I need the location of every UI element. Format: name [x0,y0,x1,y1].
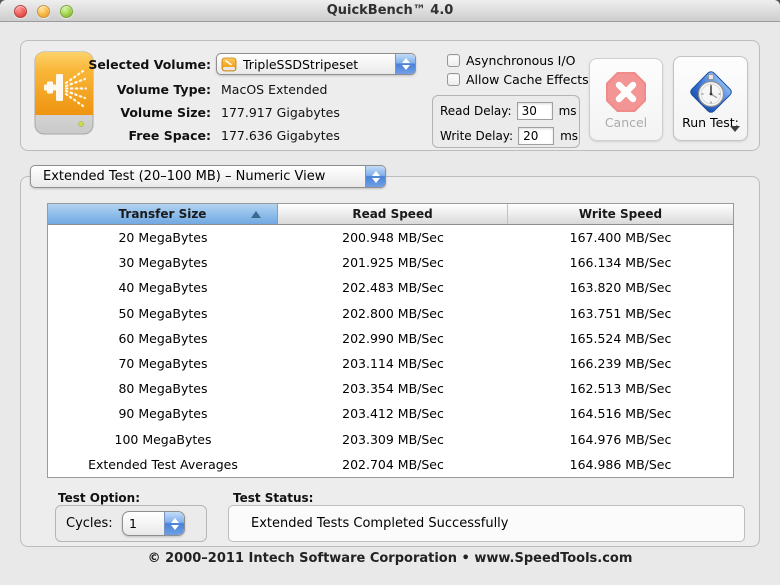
cycles-select[interactable]: 1 [122,511,185,536]
table-cell: 202.704 MB/Sec [342,456,444,472]
volume-panel: Selected Volume: TripleSSDStripeset Volu… [20,40,760,151]
cancel-label: Cancel [604,115,648,130]
free-space-label: Free Space: [128,128,211,143]
test-type-select[interactable]: Extended Test (20–100 MB) – Numeric View [30,165,386,188]
table-cell: 60 MegaBytes [118,330,208,346]
selected-volume-label: Selected Volume: [88,57,211,72]
table-cell: 203.354 MB/Sec [342,381,444,397]
footer-text: © 2000–2011 Intech Software Corporation … [147,551,633,566]
run-test-button[interactable]: Run Test: [673,56,748,141]
volume-select-stepper-icon [395,54,415,74]
delay-box: Read Delay: ms Write Delay: ms [432,95,580,148]
table-cell: 203.412 MB/Sec [342,406,444,422]
column-header-transfer-size[interactable]: Transfer Size [48,204,278,224]
test-status-box: Extended Tests Completed Successfully [228,505,745,542]
async-io-row: Asynchronous I/O [447,53,575,68]
table-cell: 165.524 MB/Sec [569,330,672,346]
async-io-checkbox[interactable] [447,54,460,67]
write-delay-input[interactable] [518,127,555,145]
column-header-read-speed[interactable]: Read Speed [278,204,508,224]
table-cell: 203.309 MB/Sec [342,431,444,447]
run-test-menu-arrow-icon [730,126,740,132]
table-cell: 50 MegaBytes [118,305,208,321]
table-row[interactable]: 40 MegaBytes 202.483 MB/Sec 163.820 MB/Sec [48,275,733,300]
table-cell: 203.114 MB/Sec [342,356,444,372]
cycles-value: 1 [129,516,137,531]
read-delay-input[interactable] [516,102,553,120]
cache-effects-label: Allow Cache Effects [466,72,589,87]
table-row[interactable]: 60 MegaBytes 202.990 MB/Sec 165.524 MB/Sec [48,326,733,351]
mini-drive-icon [221,57,237,72]
quickbench-window: QuickBench™ 4.0 Selected Volume: TripleS… [0,0,780,585]
table-row[interactable]: 80 MegaBytes 203.354 MB/Sec 162.513 MB/Sec [48,376,733,401]
volume-select-value: TripleSSDStripeset [243,56,359,72]
stop-octagon-icon [604,70,648,118]
title-bar[interactable]: QuickBench™ 4.0 [0,0,780,22]
sort-ascending-icon [251,211,261,218]
table-cell: 200.948 MB/Sec [342,230,444,246]
cycles-stepper-icon [164,512,184,535]
table-cell: 166.239 MB/Sec [569,356,672,372]
volume-size-value: 177.917 Gigabytes [221,105,340,120]
table-cell: 202.483 MB/Sec [342,280,444,296]
cache-effects-checkbox[interactable] [447,73,460,86]
free-space-value: 177.636 Gigabytes [221,128,340,143]
write-delay-unit: ms [560,129,579,143]
table-cell: 202.800 MB/Sec [342,305,444,321]
table-cell: 70 MegaBytes [118,356,208,372]
volume-type-value: MacOS Extended [221,82,328,97]
read-delay-unit: ms [558,104,577,118]
cache-effects-row: Allow Cache Effects [447,72,589,87]
results-table: Transfer Size Read Speed Write Speed 20 … [47,203,734,478]
test-type-stepper-icon [365,166,385,187]
table-cell: 163.751 MB/Sec [569,305,672,321]
table-cell: 166.134 MB/Sec [569,255,672,271]
table-cell: 164.516 MB/Sec [569,406,672,422]
table-cell: 201.925 MB/Sec [342,255,444,271]
volume-select[interactable]: TripleSSDStripeset [216,53,416,75]
test-status-value: Extended Tests Completed Successfully [251,516,509,531]
test-type-value: Extended Test (20–100 MB) – Numeric View [43,169,326,184]
test-status-label: Test Status: [233,491,314,505]
table-row[interactable]: 70 MegaBytes 203.114 MB/Sec 166.239 MB/Sec [48,351,733,376]
results-table-header: Transfer Size Read Speed Write Speed [48,204,733,225]
async-io-label: Asynchronous I/O [466,53,576,68]
table-row[interactable]: 30 MegaBytes 201.925 MB/Sec 166.134 MB/Sec [48,250,733,275]
table-cell: 90 MegaBytes [118,406,208,422]
table-cell: 202.990 MB/Sec [342,330,444,346]
column-header-write-speed[interactable]: Write Speed [508,204,733,224]
volume-size-label: Volume Size: [120,105,211,120]
table-row[interactable]: Extended Test Averages 202.704 MB/Sec 164.… [48,452,733,477]
volume-type-label: Volume Type: [116,82,211,97]
test-option-label: Test Option: [58,491,141,505]
table-row[interactable]: 50 MegaBytes 202.800 MB/Sec 163.751 MB/Sec [48,301,733,326]
results-table-body: 20 MegaBytes 200.948 MB/Sec 167.400 MB/Sec… [48,225,733,477]
table-row[interactable]: 20 MegaBytes 200.948 MB/Sec 167.400 MB/Sec [48,225,733,250]
table-cell: 30 MegaBytes [118,255,208,271]
stopwatch-icon [687,68,735,120]
read-delay-label: Read Delay: [440,104,512,118]
table-row[interactable]: 100 MegaBytes 203.309 MB/Sec 164.976 MB/Se… [48,427,733,452]
table-cell: 164.976 MB/Sec [569,431,672,447]
cycles-label: Cycles: [66,516,113,531]
table-cell: 163.820 MB/Sec [569,280,672,296]
table-cell: 20 MegaBytes [118,230,208,246]
table-cell: 167.400 MB/Sec [569,230,672,246]
table-cell: 100 MegaBytes [114,431,212,447]
table-cell: 80 MegaBytes [118,381,208,397]
table-cell: 164.986 MB/Sec [569,456,672,472]
write-delay-label: Write Delay: [440,129,514,143]
table-cell: 40 MegaBytes [118,280,208,296]
table-cell: 162.513 MB/Sec [569,381,672,397]
table-cell: Extended Test Averages [88,456,238,472]
table-row[interactable]: 90 MegaBytes 203.412 MB/Sec 164.516 MB/Sec [48,401,733,426]
window-title: QuickBench™ 4.0 [326,3,454,18]
cancel-button[interactable]: Cancel [589,58,663,141]
test-option-box: Cycles: 1 [55,505,207,542]
